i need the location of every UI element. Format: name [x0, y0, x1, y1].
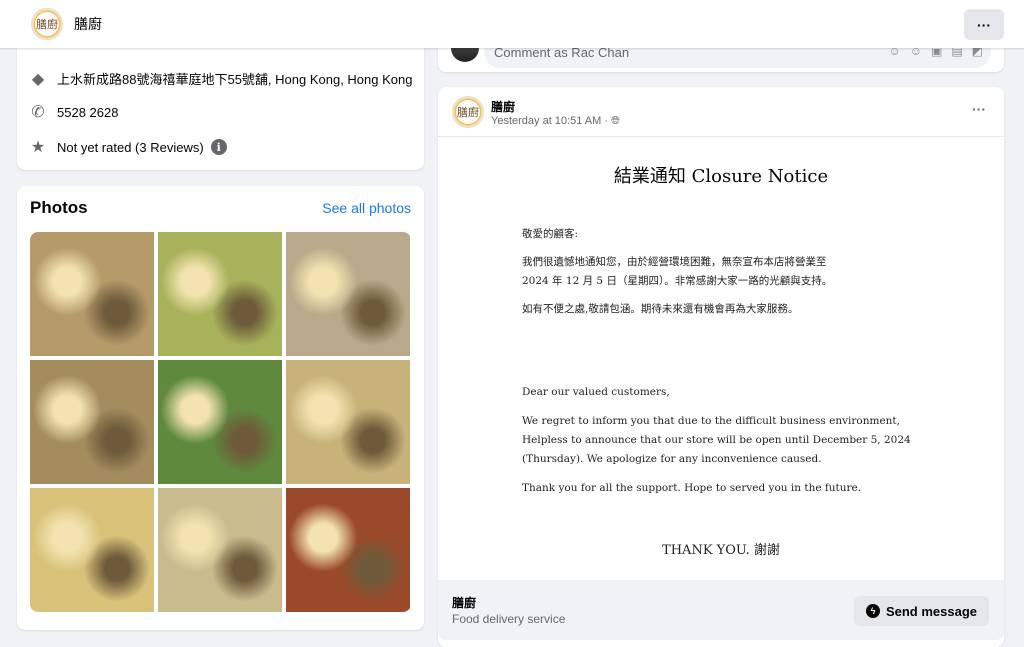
page-name[interactable]: 膳廚 — [74, 14, 102, 34]
photo-thumbnail[interactable] — [30, 488, 154, 612]
post-more-button[interactable]: ··· — [972, 101, 986, 117]
directions-icon: ◆ — [31, 70, 45, 88]
see-all-photos-link[interactable]: See all photos — [322, 200, 411, 216]
photo-thumbnail[interactable] — [286, 232, 410, 356]
photo-thumbnail[interactable] — [30, 232, 154, 356]
photo-thumbnail[interactable] — [286, 488, 410, 612]
rating-text: Not yet rated (3 Reviews) — [57, 139, 204, 155]
post-author[interactable]: 膳廚 — [491, 98, 515, 115]
photo-thumbnail[interactable] — [30, 360, 154, 484]
photos-title: Photos — [30, 198, 88, 217]
photo-grid — [30, 232, 411, 612]
address-text: 上水新成路88號海禧華庭地下55號舖, Hong Kong, Hong Kong — [57, 72, 413, 87]
phone-icon: ✆ — [31, 104, 45, 121]
post-card: 膳廚 膳廚 Yesterday at 10:51 AM · 🌐︎ ··· 結業通… — [438, 87, 1004, 647]
post-author-avatar[interactable]: 膳廚 — [452, 96, 484, 128]
post-timestamp[interactable]: Yesterday at 10:51 AM · 🌐︎ — [491, 115, 620, 128]
star-icon: ★ — [30, 139, 46, 156]
send-message-button[interactable]: ϟ Send message — [853, 596, 989, 626]
phone-text[interactable]: 5528 2628 — [57, 105, 118, 120]
photo-thumbnail[interactable] — [158, 232, 282, 356]
more-options-button[interactable]: ··· — [964, 9, 1004, 40]
photo-thumbnail[interactable] — [158, 488, 282, 612]
messenger-icon: ϟ — [865, 604, 880, 618]
page-footer: 膳廚 Food delivery service ϟ Send message — [438, 580, 1004, 640]
photo-thumbnail[interactable] — [286, 360, 410, 484]
top-bar: 膳廚 膳廚 ··· — [0, 0, 1024, 48]
info-icon[interactable]: i — [210, 139, 227, 155]
rating-row: ★ Not yet rated (3 Reviews) i — [29, 138, 227, 156]
page-logo[interactable]: 膳廚 — [31, 8, 63, 40]
photo-thumbnail[interactable] — [158, 360, 282, 484]
address-row: ◆ 上水新成路88號海禧華庭地下55號舖, Hong Kong, Hong Ko… — [29, 69, 413, 88]
photos-card: Photos See all photos — [17, 186, 424, 630]
globe-icon: 🌐︎ — [611, 115, 620, 127]
phone-row: ✆ 5528 2628 — [29, 103, 118, 121]
closure-notice-image[interactable]: 結業通知 Closure Notice 敬愛的顧客: 我們很遺憾地通知您，由於經… — [438, 136, 1004, 580]
